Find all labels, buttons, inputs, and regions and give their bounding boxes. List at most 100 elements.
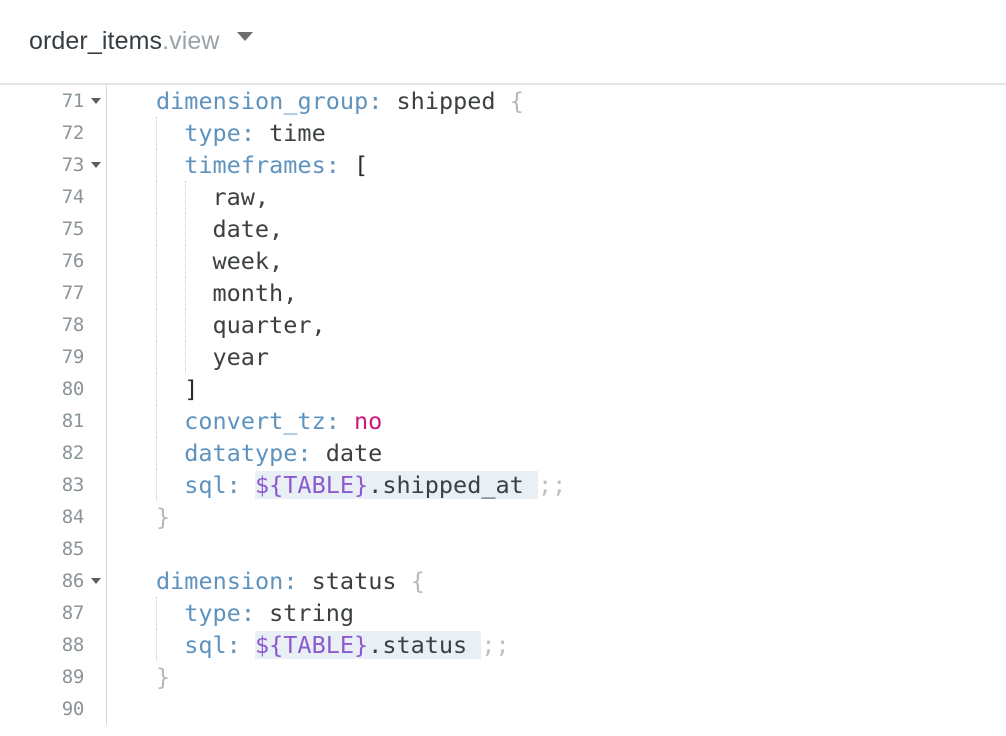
code-token [297,567,311,595]
code-text: year [212,341,269,373]
code-text: week, [212,245,283,277]
line-number: 78 [62,309,84,341]
code-editor[interactable]: 71dimension_group: shipped {72type: time… [0,85,1006,736]
code-token: ] [184,375,198,403]
chevron-down-icon[interactable] [237,32,253,41]
code-token: [ [354,151,368,179]
code-token [241,471,255,499]
code-line[interactable]: 75date, [0,213,1006,245]
indent-guide [185,181,186,213]
line-number: 72 [62,117,84,149]
code-token: dimension_group: [156,87,382,115]
fold-toggle-icon[interactable] [91,578,101,584]
code-token: year [212,343,269,371]
line-gutter: 81 [0,405,107,437]
line-gutter: 88 [0,629,107,661]
code-token [255,599,269,627]
code-token: datatype: [184,439,311,467]
code-token [496,87,510,115]
line-gutter: 80 [0,373,107,405]
file-name: order_items [29,27,162,56]
line-number: 75 [62,213,84,245]
code-token: raw, [212,183,269,211]
code-line[interactable]: 84} [0,501,1006,533]
line-number: 89 [62,661,84,693]
code-text: quarter, [212,309,325,341]
code-line[interactable]: 72 type: time [0,117,1006,149]
line-gutter: 84 [0,501,107,533]
code-line[interactable]: 89} [0,661,1006,693]
code-token: ;; [538,471,566,499]
line-gutter: 86 [0,565,107,597]
code-token: time [269,119,326,147]
indent-guide [156,277,157,309]
code-text: } [156,501,170,533]
line-gutter: 87 [0,597,107,629]
code-line[interactable]: 86dimension: status { [0,565,1006,597]
line-gutter: 71 [0,85,107,117]
line-number: 74 [62,181,84,213]
line-gutter: 82 [0,437,107,469]
code-line[interactable]: 88sql: ${TABLE}.status ;; [0,629,1006,661]
line-number: 85 [62,533,84,565]
line-number: 87 [62,597,84,629]
code-line[interactable]: 81convert_tz: no [0,405,1006,437]
code-line[interactable]: 79 year [0,341,1006,373]
code-line[interactable]: 76 week, [0,245,1006,277]
code-line[interactable]: 90 [0,693,1006,725]
code-line[interactable]: 77 month, [0,277,1006,309]
code-text: raw, [212,181,269,213]
code-text: } [156,661,170,693]
indent-guide [156,309,157,341]
line-number: 73 [62,149,84,181]
code-line[interactable]: 74 raw, [0,181,1006,213]
code-token [524,471,538,499]
code-token [340,407,354,435]
indent-guide [156,341,157,373]
code-line[interactable]: 82 datatype: date [0,437,1006,469]
code-token: sql: [184,631,241,659]
code-line[interactable]: 87type: string [0,597,1006,629]
indent-guide [156,181,157,213]
line-gutter: 76 [0,245,107,277]
indent-guide [156,117,157,149]
file-title[interactable]: order_items.view [29,27,220,56]
code-token: status [312,567,397,595]
indent-guide [156,597,157,629]
line-number: 84 [62,501,84,533]
code-line[interactable]: 78 quarter, [0,309,1006,341]
code-token: } [156,663,170,691]
code-lines-container: 71dimension_group: shipped {72type: time… [0,85,1006,725]
code-token: } [156,503,170,531]
code-token: sql: [184,471,241,499]
code-token: .status [368,631,467,659]
code-text: month, [212,277,297,309]
line-gutter: 75 [0,213,107,245]
code-text: datatype: date [184,437,382,469]
file-extension: .view [162,27,219,56]
indent-guide [156,149,157,181]
code-token [241,631,255,659]
line-number: 71 [62,85,84,117]
code-token: month, [212,279,297,307]
line-gutter: 79 [0,341,107,373]
indent-guide [185,277,186,309]
line-number: 86 [62,565,84,597]
code-token [382,87,396,115]
code-line[interactable]: 83sql: ${TABLE}.shipped_at ;; [0,469,1006,501]
fold-toggle-icon[interactable] [91,162,101,168]
code-text: sql: ${TABLE}.shipped_at ;; [184,469,566,501]
code-line[interactable]: 71dimension_group: shipped { [0,85,1006,117]
code-line[interactable]: 73timeframes: [ [0,149,1006,181]
file-header-bar: order_items.view [0,0,1006,85]
code-line[interactable]: 80] [0,373,1006,405]
indent-guide [156,629,157,661]
code-token: type: [184,119,255,147]
line-number: 77 [62,277,84,309]
line-gutter: 85 [0,533,107,565]
code-line[interactable]: 85 [0,533,1006,565]
code-token [340,151,354,179]
code-token: quarter, [212,311,325,339]
fold-toggle-icon[interactable] [91,98,101,104]
indent-guide [185,309,186,341]
